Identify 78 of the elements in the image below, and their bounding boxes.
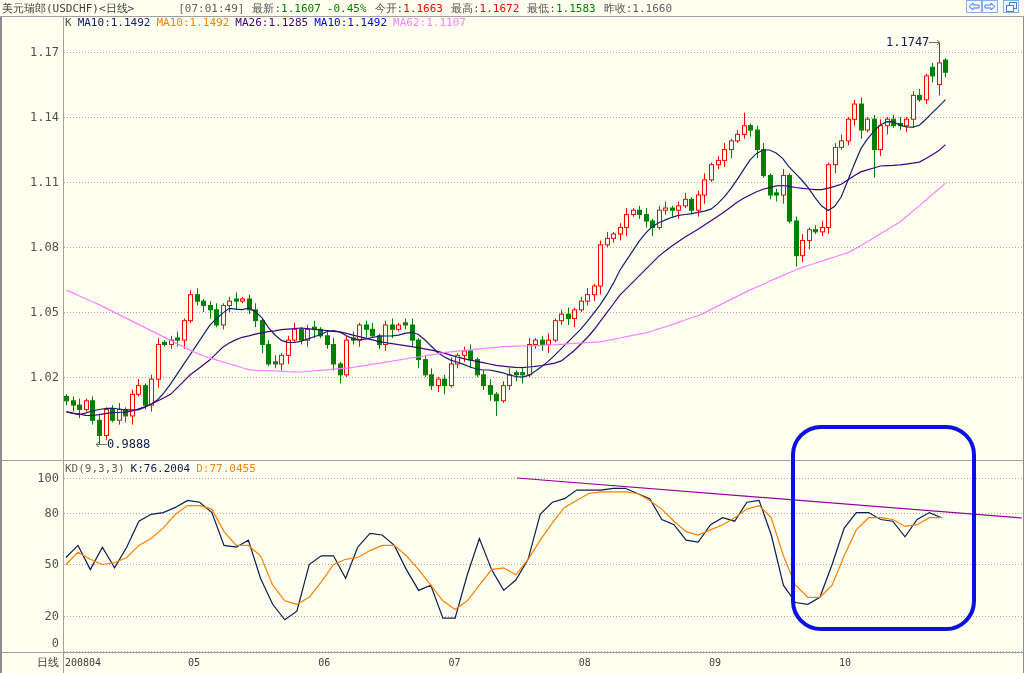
quote-change: -0.45%	[326, 2, 367, 14]
chart-title: 美元瑞郎(USDCHF)<日线>	[2, 2, 135, 14]
axis-label: 1.11	[30, 175, 59, 190]
candlestick	[501, 380, 506, 404]
quote-time: [07:01:49]	[178, 2, 245, 14]
quote-value: 1.1663	[403, 2, 443, 14]
candlestick	[494, 391, 499, 417]
candlestick	[618, 222, 623, 242]
axis-label: 0	[51, 636, 59, 650]
axis-title: 日线	[37, 654, 59, 671]
forward-button[interactable]	[982, 0, 998, 13]
axis-start-label: 200804	[65, 656, 102, 669]
legend-label: MA62:1.1107	[393, 17, 466, 29]
left-arrow-icon	[968, 2, 980, 11]
legend-label: MA10:1.1492	[314, 17, 388, 29]
quote-label: 今开:	[374, 2, 404, 14]
candlestick	[839, 133, 844, 151]
quote-value: 1.1607	[281, 2, 321, 14]
quote-value: 1.1660	[632, 2, 673, 14]
arrow-icon	[95, 440, 107, 448]
restore-window-button[interactable]	[1003, 0, 1019, 13]
axis-label: 1.08	[30, 240, 59, 254]
candlestick	[631, 207, 636, 218]
candlestick	[722, 142, 727, 168]
axis-label: 1.17	[30, 45, 59, 60]
quote-label: 最低:	[527, 2, 556, 14]
candlestick	[579, 296, 584, 313]
axis-label: 08	[578, 656, 591, 669]
quote-label: 最新:	[252, 2, 282, 14]
candlestick	[761, 142, 766, 179]
legend-label: K:76.2004	[130, 463, 191, 475]
axis-label: 20	[44, 609, 59, 624]
axis-label: 80	[44, 505, 59, 520]
legend-label: K	[65, 17, 72, 29]
candlestick	[429, 367, 434, 391]
legend-label: MA10:1.1492	[77, 17, 151, 29]
candlestick	[488, 378, 493, 402]
indicator-title: KD(9,3,3)	[65, 463, 125, 475]
axis-label: 07	[448, 656, 461, 669]
candlestick	[872, 114, 877, 179]
candlestick	[64, 393, 69, 406]
candlestick	[917, 88, 922, 103]
quote-label: 最高:	[450, 2, 480, 14]
candlestick	[605, 231, 610, 248]
legend-label: D:77.0455	[196, 463, 256, 475]
candlestick	[742, 112, 747, 140]
quote-label: 昨收:	[603, 2, 633, 14]
axis-label: 1.05	[30, 305, 59, 319]
low-price-label: 0.9888	[107, 437, 151, 451]
axis-label: 05	[188, 656, 201, 669]
axis-label: 100	[37, 470, 59, 485]
candlestick	[716, 155, 721, 170]
candlestick	[188, 289, 193, 324]
legend-label: MA26:1.1285	[235, 17, 309, 29]
legend-label: MA10:1.1492	[156, 17, 230, 29]
candlestick	[637, 205, 642, 220]
axis-label: 10	[839, 656, 852, 669]
overlapping-windows-icon	[1005, 1, 1017, 12]
arrow-icon	[929, 38, 942, 46]
candlestick	[559, 309, 564, 326]
candlestick	[507, 367, 512, 391]
axis-label: 50	[44, 557, 59, 572]
axis-label: 1.14	[30, 110, 59, 125]
right-arrow-icon	[984, 2, 996, 11]
candlestick	[162, 339, 167, 348]
candlestick	[71, 395, 76, 413]
back-button[interactable]	[966, 0, 982, 13]
candlestick	[566, 307, 571, 326]
axis-label: 1.02	[30, 369, 59, 384]
candlestick	[644, 207, 649, 229]
candlestick	[800, 233, 805, 263]
candlestick	[201, 298, 206, 313]
quote-value: 1.1583	[555, 2, 596, 14]
axis-label: 09	[708, 656, 721, 669]
high-price-label: 1.1747	[886, 35, 930, 49]
axis-label: 06	[318, 656, 331, 669]
quote-value: 1.1672	[479, 2, 520, 14]
candlestick	[657, 205, 662, 231]
